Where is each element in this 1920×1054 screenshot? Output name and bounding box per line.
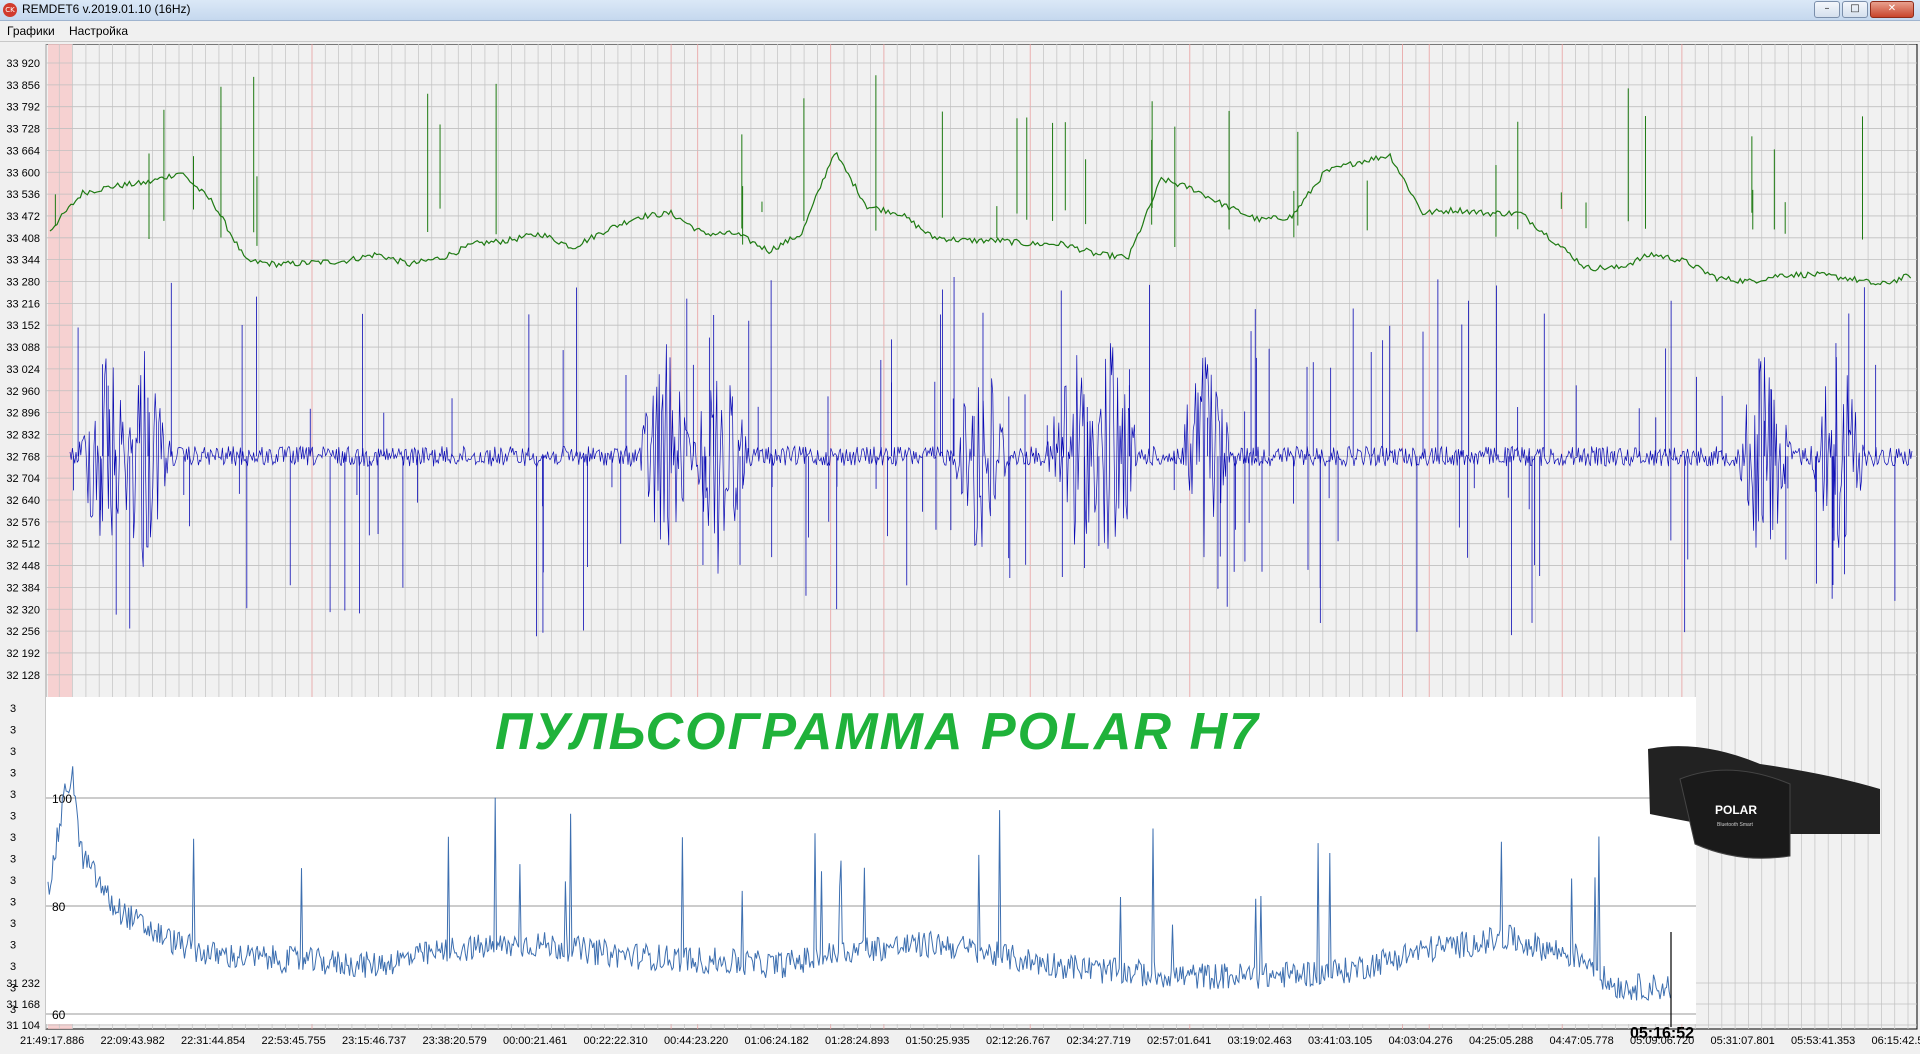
- window-titlebar: CK REMDET6 v.2019.01.10 (16Hz) – □ ✕: [0, 0, 1920, 21]
- y-tick-label: 33 152: [6, 320, 40, 332]
- signal-chart[interactable]: 33 920 33 856 33 792 33 728 33 664 33 600 33 5…: [0, 44, 1920, 1050]
- pulse-left-tick: 3: [10, 703, 16, 715]
- pulse-cursor-time: 05:16:52: [1630, 1025, 1694, 1042]
- x-tick-label: 22:09:43.982: [101, 1035, 165, 1047]
- window-title: REMDET6 v.2019.01.10 (16Hz): [22, 2, 191, 16]
- y-tick-label: 32 128: [6, 670, 40, 682]
- chart-area: 33 920 33 856 33 792 33 728 33 664 33 600 33 5…: [0, 44, 1920, 1050]
- x-tick-label: 00:00:21.461: [503, 1035, 567, 1047]
- pulse-left-tick: 3: [10, 725, 16, 737]
- y-tick-label: 32 832: [6, 429, 40, 441]
- x-tick-label: 00:44:23.220: [664, 1035, 728, 1047]
- y-tick-label: 32 768: [6, 451, 40, 463]
- x-tick-label: 00:22:22.310: [584, 1035, 648, 1047]
- y-tick-label: 33 216: [6, 298, 40, 310]
- x-tick-label: 22:31:44.854: [181, 1035, 245, 1047]
- x-tick-label: 01:28:24.893: [825, 1035, 889, 1047]
- strap-sublabel: Bluetooth Smart: [1717, 822, 1753, 828]
- y-tick-label: 32 384: [6, 582, 40, 594]
- pulse-left-tick: 3: [10, 875, 16, 887]
- menu-item-settings[interactable]: Настройка: [69, 24, 128, 38]
- x-tick-label: 05:53:41.353: [1791, 1035, 1855, 1047]
- y-tick-label: 33 728: [6, 124, 40, 136]
- menu-bar: Графики Настройка: [0, 21, 1920, 42]
- x-tick-label: 02:12:26.767: [986, 1035, 1050, 1047]
- y-tick-label: 33 792: [6, 102, 40, 114]
- x-tick-label: 01:06:24.182: [745, 1035, 809, 1047]
- x-tick-label: 04:47:05.778: [1550, 1035, 1614, 1047]
- y-tick-label: 32 960: [6, 386, 40, 398]
- x-tick-label: 01:50:25.935: [906, 1035, 970, 1047]
- x-tick-label: 05:31:07.801: [1711, 1035, 1775, 1047]
- window-controls: – □ ✕: [1814, 1, 1914, 18]
- minimize-button[interactable]: –: [1814, 1, 1840, 18]
- y-tick-label: 33 536: [6, 189, 40, 201]
- pulse-left-tick: 3: [10, 940, 16, 952]
- x-tick-label: 03:41:03.105: [1308, 1035, 1372, 1047]
- pulse-left-tick: 3: [10, 1004, 16, 1016]
- pulse-left-tick: 3: [10, 811, 16, 823]
- y-tick-label: 32 192: [6, 648, 40, 660]
- y-tick-label: 32 896: [6, 408, 40, 420]
- pulse-chart-title: ПУЛЬСОГРАММА POLAR H7: [495, 703, 1260, 761]
- pulse-left-tick: 3: [10, 918, 16, 930]
- pulse-left-tick: 3: [10, 789, 16, 801]
- x-tick-label: 23:38:20.579: [423, 1035, 487, 1047]
- y-tick-label: 31 104: [6, 1020, 40, 1032]
- y-tick-label: 32 512: [6, 539, 40, 551]
- x-tick-label: 06:15:42.585: [1872, 1035, 1920, 1047]
- pulse-left-tick: 3: [10, 832, 16, 844]
- y-tick-label: 32 704: [6, 473, 40, 485]
- pulse-y-tick-label: 80: [52, 900, 66, 914]
- pulse-left-tick: 3: [10, 897, 16, 909]
- pulse-y-tick-label: 60: [52, 1008, 66, 1022]
- y-tick-label: 33 856: [6, 80, 40, 92]
- y-tick-label: 33 088: [6, 342, 40, 354]
- y-tick-label: 32 640: [6, 495, 40, 507]
- x-tick-label: 02:57:01.641: [1147, 1035, 1211, 1047]
- strap-logo: POLAR: [1715, 803, 1757, 817]
- y-tick-label: 33 600: [6, 167, 40, 179]
- x-tick-label: 22:53:45.755: [262, 1035, 326, 1047]
- y-tick-label: 33 920: [6, 58, 40, 70]
- pulse-left-tick: 3: [10, 983, 16, 995]
- y-tick-label: 33 664: [6, 145, 40, 157]
- x-tick-label: 04:25:05.288: [1469, 1035, 1533, 1047]
- y-tick-label: 33 408: [6, 233, 40, 245]
- pulse-left-tick: 3: [10, 961, 16, 973]
- y-tick-label: 32 576: [6, 517, 40, 529]
- x-tick-label: 02:34:27.719: [1067, 1035, 1131, 1047]
- pulse-left-tick: 3: [10, 768, 16, 780]
- y-tick-label: 32 320: [6, 604, 40, 616]
- x-tick-label: 21:49:17.886: [20, 1035, 84, 1047]
- pulse-left-tick: 3: [10, 746, 16, 758]
- y-tick-label: 33 472: [6, 211, 40, 223]
- pulse-left-tick: 3: [10, 854, 16, 866]
- app-icon: CK: [3, 3, 17, 17]
- y-tick-label: 33 344: [6, 255, 40, 267]
- x-tick-label: 23:15:46.737: [342, 1035, 406, 1047]
- y-tick-label: 33 024: [6, 364, 40, 376]
- x-tick-label: 03:19:02.463: [1228, 1035, 1292, 1047]
- close-button[interactable]: ✕: [1870, 1, 1914, 18]
- y-tick-label: 33 280: [6, 277, 40, 289]
- y-tick-label: 32 448: [6, 561, 40, 573]
- x-tick-label: 04:03:04.276: [1389, 1035, 1453, 1047]
- maximize-button[interactable]: □: [1842, 1, 1868, 18]
- menu-item-graphs[interactable]: Графики: [7, 24, 55, 38]
- y-tick-label: 32 256: [6, 626, 40, 638]
